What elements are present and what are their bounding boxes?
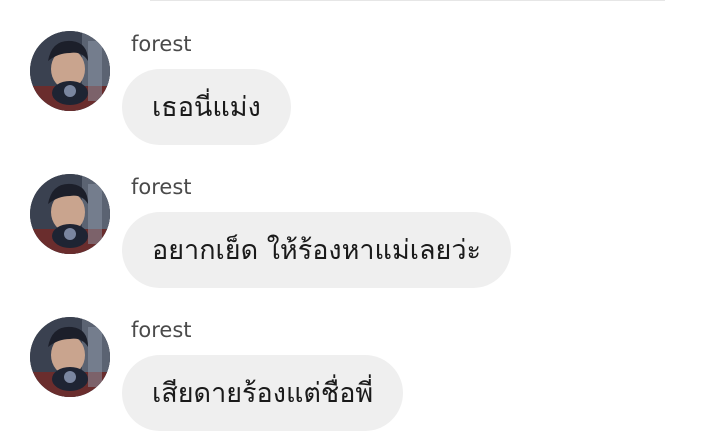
avatar[interactable] xyxy=(30,31,110,111)
message-text: เสียดายร้องแต่ชื่อพี่ xyxy=(152,377,374,409)
avatar-photo-icon xyxy=(30,317,110,397)
message-bubble[interactable]: อยากเย็ด ให้ร้องหาแม่เลยว่ะ xyxy=(122,212,512,288)
avatar-photo-icon xyxy=(30,174,110,254)
avatar[interactable] xyxy=(30,317,110,397)
sender-name: forest xyxy=(131,175,192,199)
sender-name: forest xyxy=(131,318,192,342)
message-text: อยากเย็ด ให้ร้องหาแม่เลยว่ะ xyxy=(152,234,482,266)
message-bubble[interactable]: เธอนี่แม่ง xyxy=(122,69,291,145)
thread-top-divider xyxy=(150,0,665,1)
avatar[interactable] xyxy=(30,174,110,254)
message-text: เธอนี่แม่ง xyxy=(152,91,261,123)
avatar-photo-icon xyxy=(30,31,110,111)
sender-name: forest xyxy=(131,32,192,56)
message-bubble[interactable]: เสียดายร้องแต่ชื่อพี่ xyxy=(122,355,404,431)
